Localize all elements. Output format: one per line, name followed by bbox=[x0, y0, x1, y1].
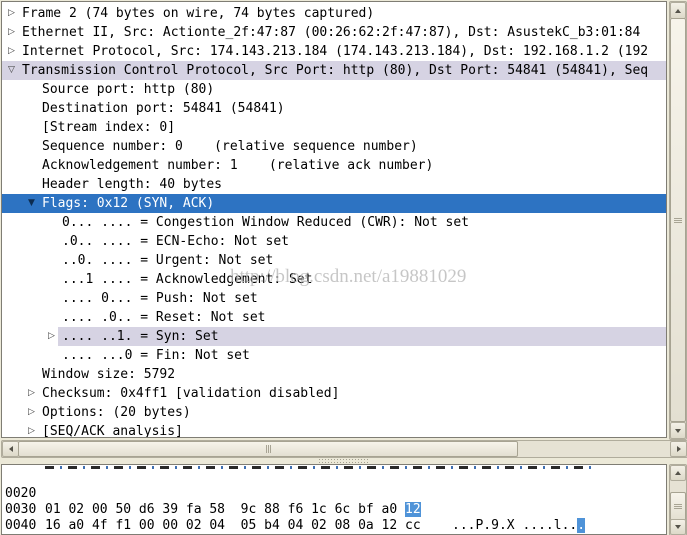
arrow-left-icon bbox=[8, 446, 13, 452]
scroll-up-button[interactable] bbox=[670, 2, 686, 19]
tree-row-flags-selected[interactable]: ▼ Flags: 0x12 (SYN, ACK) bbox=[2, 194, 666, 213]
scroll-down-button[interactable] bbox=[670, 519, 686, 535]
tree-row-frame[interactable]: ▷ Frame 2 (74 bytes on wire, 74 bytes cap… bbox=[2, 4, 666, 23]
arrow-right-icon bbox=[676, 446, 681, 452]
tree-row-flag-ack[interactable]: ...1 .... = Acknowledgement: Set bbox=[2, 270, 666, 289]
tree-row-header-length[interactable]: Header length: 40 bytes bbox=[2, 175, 666, 194]
tree-row-label: [Stream index: 0] bbox=[42, 120, 176, 135]
tree-row-label: Internet Protocol, Src: 174.143.213.184 … bbox=[22, 44, 649, 59]
hexdump-vertical-scrollbar bbox=[669, 464, 687, 535]
highlighted-ascii[interactable]: . bbox=[577, 518, 586, 533]
tree-row-source-port[interactable]: Source port: http (80) bbox=[2, 80, 666, 99]
hex-row[interactable]: 0040 8c 71 00 0d 2b db 01 03 03 06 .q..+… bbox=[2, 502, 666, 533]
expander-collapsed-icon[interactable]: ▷ bbox=[28, 384, 35, 403]
expander-collapsed-icon[interactable]: ▷ bbox=[8, 23, 15, 42]
details-horizontal-scrollbar bbox=[1, 440, 687, 458]
hex-offset: 0040 bbox=[5, 518, 37, 533]
thumb-grip-icon bbox=[265, 445, 271, 453]
thumb-grip-icon bbox=[674, 504, 682, 509]
tree-row-label: Ethernet II, Src: Actionte_2f:47:87 (00:… bbox=[22, 25, 641, 40]
scroll-left-button[interactable] bbox=[2, 441, 19, 457]
hex-row[interactable]: 0030 16 a0 4f f1 00 00 02 04 05 b4 04 02… bbox=[2, 486, 666, 533]
tree-row-label: Transmission Control Protocol, Src Port:… bbox=[22, 63, 649, 78]
tree-row-flag-push[interactable]: .... 0... = Push: Not set bbox=[2, 289, 666, 308]
expander-collapsed-icon[interactable]: ▷ bbox=[28, 403, 35, 422]
tree-row-label: Source port: http (80) bbox=[42, 82, 215, 97]
tree-row-flag-ecn[interactable]: .0.. .... = ECN-Echo: Not set bbox=[2, 232, 666, 251]
tree-row-destination-port[interactable]: Destination port: 54841 (54841) bbox=[2, 99, 666, 118]
tree-row-flag-reset[interactable]: .... .0.. = Reset: Not set bbox=[2, 308, 666, 327]
expander-collapsed-icon[interactable]: ▷ bbox=[48, 327, 55, 346]
expander-collapsed-icon[interactable]: ▷ bbox=[8, 42, 15, 61]
hexdump-vscroll-thumb[interactable] bbox=[670, 492, 686, 521]
tree-row-label: Sequence number: 0 (relative sequence nu… bbox=[42, 139, 418, 154]
expander-expanded-icon[interactable]: ▽ bbox=[8, 61, 15, 80]
expander-collapsed-icon[interactable]: ▷ bbox=[28, 422, 35, 437]
details-hscroll-thumb[interactable] bbox=[18, 441, 518, 457]
tree-row-flag-urgent[interactable]: ..0. .... = Urgent: Not set bbox=[2, 251, 666, 270]
splitter-grip-icon bbox=[317, 457, 370, 464]
tree-row-label: Destination port: 54841 (54841) bbox=[42, 101, 285, 116]
tree-row-label: ...1 .... = Acknowledgement: Set bbox=[62, 272, 313, 287]
tree-row-ip[interactable]: ▷ Internet Protocol, Src: 174.143.213.184… bbox=[2, 42, 666, 61]
arrow-up-icon bbox=[675, 8, 681, 13]
hex-dump-pane: 0020 01 02 00 50 d6 39 fa 58 9c 88 f6 1c… bbox=[1, 464, 667, 535]
tree-row-label: Header length: 40 bytes bbox=[42, 177, 223, 192]
tree-row-ethernet[interactable]: ▷ Ethernet II, Src: Actionte_2f:47:87 (00… bbox=[2, 23, 666, 42]
arrow-up-icon bbox=[675, 471, 681, 475]
tree-row-ack-number[interactable]: Acknowledgement number: 1 (relative ack … bbox=[2, 156, 666, 175]
pane-splitter[interactable] bbox=[1, 457, 686, 464]
thumb-grip-icon bbox=[674, 217, 682, 223]
expander-expanded-icon[interactable]: ▼ bbox=[28, 194, 35, 213]
tree-row-label: Acknowledgement number: 1 (relative ack … bbox=[42, 158, 434, 173]
packet-details-pane: ▷ Frame 2 (74 bytes on wire, 74 bytes cap… bbox=[1, 1, 667, 438]
scroll-right-button[interactable] bbox=[670, 441, 687, 457]
hex-ascii[interactable]: ...P.9.X ....l... bbox=[452, 518, 586, 534]
tree-row-label: .... ...0 = Fin: Not set bbox=[62, 348, 250, 363]
tree-row-label: .... ..1. = Syn: Set bbox=[62, 329, 219, 344]
clipped-hex-row bbox=[45, 466, 595, 469]
tree-row-tcp[interactable]: ▽ Transmission Control Protocol, Src Port… bbox=[2, 61, 666, 80]
scroll-down-button[interactable] bbox=[670, 422, 686, 439]
tree-row-label: .... 0... = Push: Not set bbox=[62, 291, 258, 306]
tree-row-label: Window size: 5792 bbox=[42, 367, 176, 382]
tree-row-label: .... .0.. = Reset: Not set bbox=[62, 310, 266, 325]
details-vertical-scrollbar bbox=[669, 1, 687, 440]
tree-row-checksum[interactable]: ▷ Checksum: 0x4ff1 [validation disabled] bbox=[2, 384, 666, 403]
tree-row-sequence-number[interactable]: Sequence number: 0 (relative sequence nu… bbox=[2, 137, 666, 156]
scroll-up-button[interactable] bbox=[670, 465, 686, 481]
arrow-down-icon bbox=[675, 525, 681, 529]
tree-row-label: ..0. .... = Urgent: Not set bbox=[62, 253, 274, 268]
expander-collapsed-icon[interactable]: ▷ bbox=[8, 4, 15, 23]
tree-row-seq-ack-analysis[interactable]: ▷ [SEQ/ACK analysis] bbox=[2, 422, 666, 437]
tree-row-stream-index[interactable]: [Stream index: 0] bbox=[2, 118, 666, 137]
details-vscroll-thumb[interactable] bbox=[670, 18, 686, 422]
tree-row-label: Checksum: 0x4ff1 [validation disabled] bbox=[42, 386, 340, 401]
hex-row[interactable]: 0020 01 02 00 50 d6 39 fa 58 9c 88 f6 1c… bbox=[2, 470, 666, 533]
tree-row-label: 0... .... = Congestion Window Reduced (C… bbox=[62, 215, 469, 230]
tree-row-label: Frame 2 (74 bytes on wire, 74 bytes capt… bbox=[22, 6, 375, 21]
tree-row-window-size[interactable]: Window size: 5792 bbox=[2, 365, 666, 384]
tree-row-flag-cwr[interactable]: 0... .... = Congestion Window Reduced (C… bbox=[2, 213, 666, 232]
arrow-down-icon bbox=[675, 428, 681, 433]
wireshark-packet-detail-window: ▷ Frame 2 (74 bytes on wire, 74 bytes cap… bbox=[0, 0, 687, 535]
tree-row-label: .0.. .... = ECN-Echo: Not set bbox=[62, 234, 289, 249]
tree-row-flag-syn[interactable]: ▷ .... ..1. = Syn: Set bbox=[2, 327, 666, 346]
hex-bytes[interactable]: 16 a0 4f f1 00 00 02 04 05 b4 04 02 08 0… bbox=[45, 518, 421, 534]
tree-row-flag-fin[interactable]: .... ...0 = Fin: Not set bbox=[2, 346, 666, 365]
tree-row-options[interactable]: ▷ Options: (20 bytes) bbox=[2, 403, 666, 422]
